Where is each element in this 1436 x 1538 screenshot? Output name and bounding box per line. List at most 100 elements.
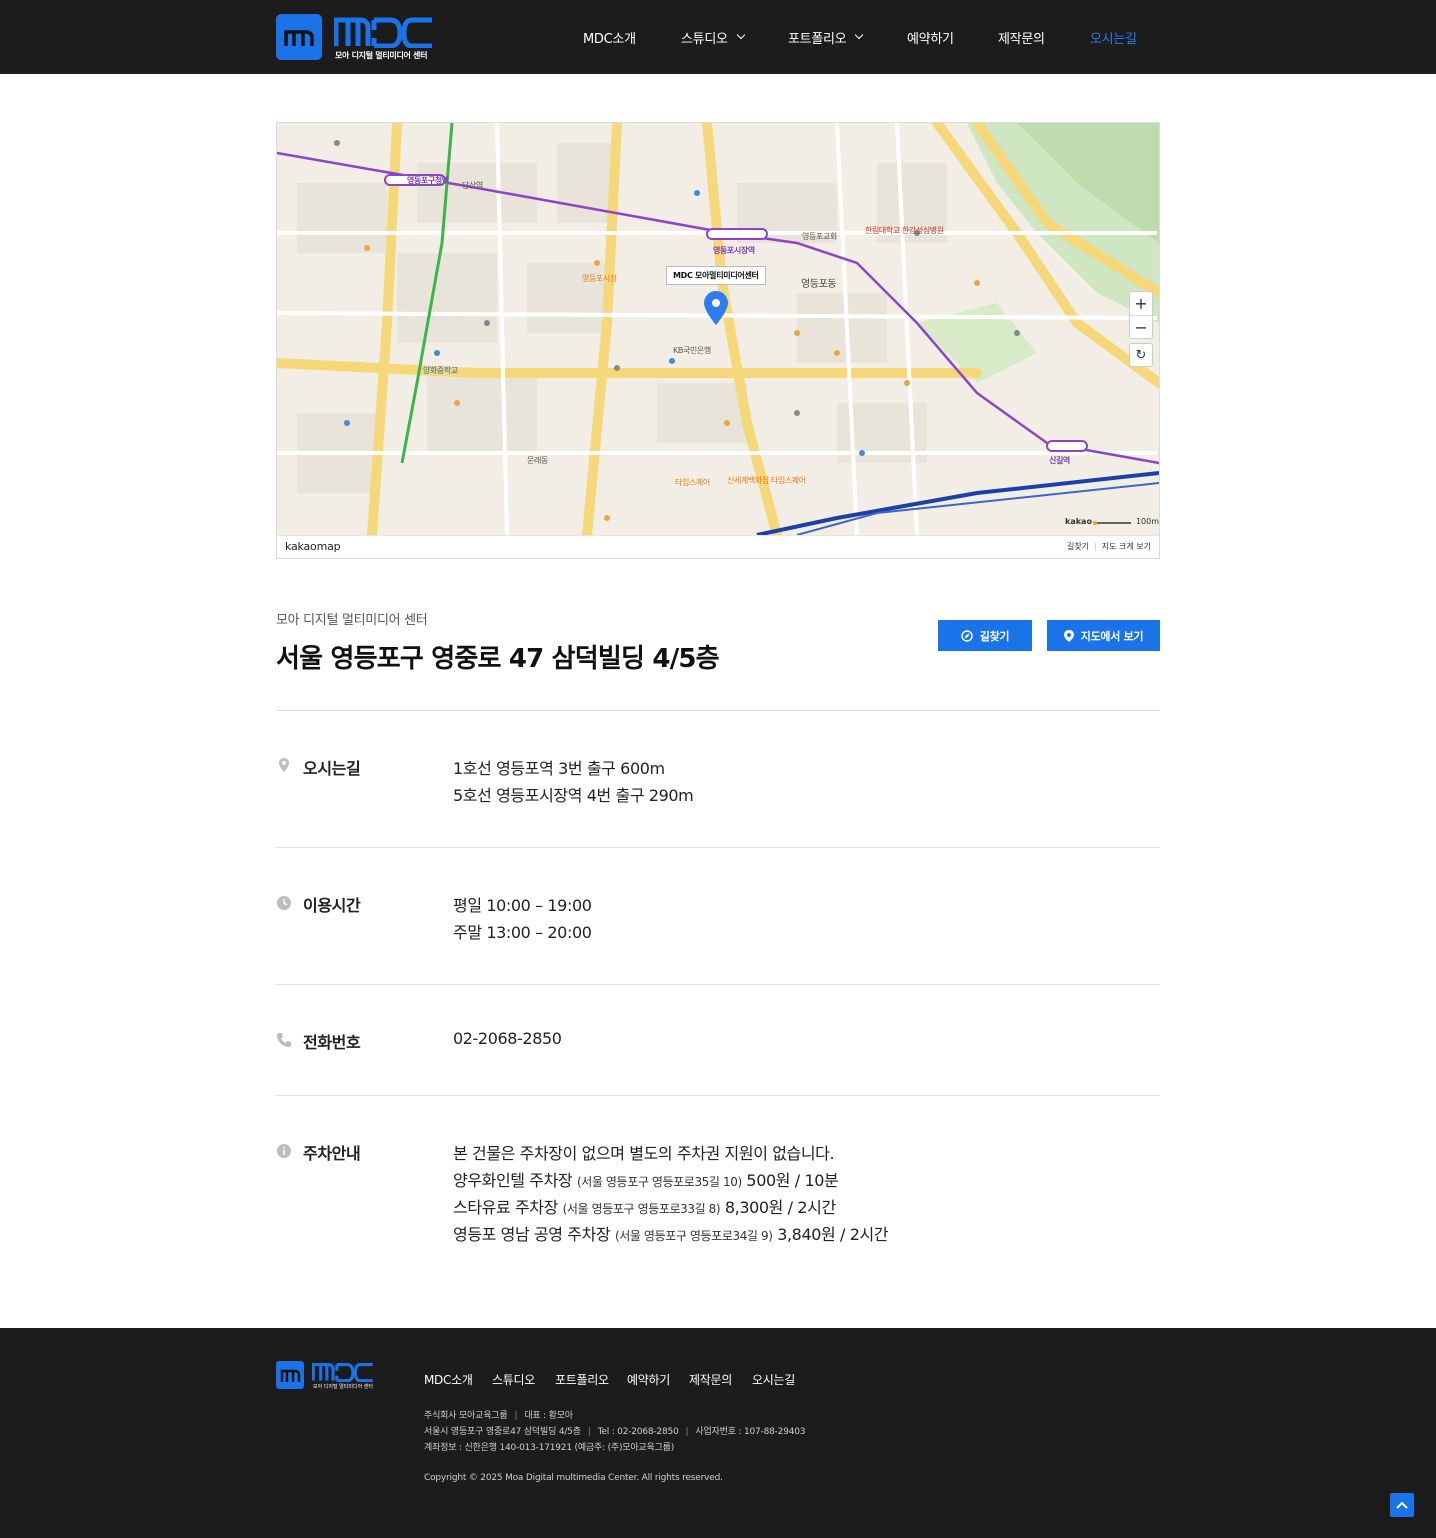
logo-wordmark-icon — [334, 17, 432, 48]
map-place-label: 영등포구청역 — [407, 176, 449, 185]
divider — [276, 710, 1160, 711]
route-button-label: 길찾기 — [979, 629, 1010, 643]
footer-logo[interactable]: 모아 디지털 멀티미디어 센터 — [276, 1361, 376, 1391]
nav-reservation[interactable]: 예약하기 — [907, 26, 954, 48]
divider — [276, 1095, 1160, 1096]
footer-nav-portfolio[interactable]: 포트폴리오 — [555, 1371, 609, 1388]
company-tel: Tel : 02-2068-2850 — [597, 1427, 679, 1437]
map-place-label: 영등포교회 — [802, 232, 837, 241]
footer-address-info: 서울시 영등포구 영중로47 삼덕빌딩 4/5층 | Tel : 02-2068-2… — [424, 1427, 806, 1437]
map-zoom-control: + − — [1129, 291, 1153, 339]
map-place-label: 양화중학교 — [423, 366, 458, 375]
map-place-label: 영등포시장역 — [713, 246, 755, 255]
site-footer: 모아 디지털 멀티미디어 센터 MDC소개 스튜디오 포트폴리오 예약하기 제작… — [0, 1328, 1436, 1538]
nav-label: 오시는길 — [1090, 31, 1137, 47]
footer-nav-inquiry[interactable]: 제작문의 — [689, 1371, 732, 1388]
logo-subtitle: 모아 디지털 멀티미디어 센터 — [335, 51, 428, 60]
map-pin-icon — [1063, 629, 1074, 642]
footer-logo-subtitle: 모아 디지털 멀티미디어 센터 — [313, 1384, 373, 1390]
chevron-down-icon — [855, 30, 864, 40]
nav-inquiry[interactable]: 제작문의 — [998, 26, 1045, 48]
map-route-link[interactable]: 길찾기 — [1067, 542, 1089, 551]
parking-lot-address: (서울 영등포구 영등포로35길 10) — [576, 1175, 742, 1189]
parking-intro: 본 건물은 주차장이 없으며 별도의 주차권 지원이 없습니다. — [453, 1144, 835, 1163]
map-place-label: 타임스퀘어 — [675, 478, 710, 487]
view-on-map-label: 지도에서 보기 — [1080, 629, 1144, 643]
map-links: 길찾기 | 지도 크게 보기 — [1066, 542, 1151, 551]
footer-company-info: 주식회사 모아교육그룹 | 대표 : 황모아 — [424, 1411, 573, 1421]
logo-mark-icon — [276, 1361, 304, 1389]
map-place-label: 영등포시장 — [582, 274, 617, 283]
footer-nav-studio[interactable]: 스튜디오 — [492, 1371, 535, 1388]
parking-lot: 영등포 영남 공영 주차장 (서울 영등포구 영등포로34길 9) 3,840원… — [453, 1221, 889, 1245]
hours-line: 주말 13:00 – 20:00 — [453, 923, 592, 942]
location-subtitle: 모아 디지털 멀티미디어 센터 — [276, 613, 428, 628]
scale-label: 100m — [1135, 517, 1159, 526]
parking-lot: 양우화인텔 주차장 (서울 영등포구 영등포로35길 10) 500원 / 10… — [453, 1167, 839, 1191]
divider — [276, 847, 1160, 848]
nav-directions[interactable]: 오시는길 — [1090, 26, 1137, 48]
map-place-label: 신길역 — [1049, 456, 1070, 465]
nav-label: 포트폴리오 — [788, 31, 847, 47]
info-icon — [277, 1144, 291, 1158]
company-address: 서울시 영등포구 영중로47 삼덕빌딩 4/5층 — [424, 1427, 581, 1437]
map-place-label: 신세계백화점 타임스퀘어 — [727, 476, 806, 485]
zoom-out-button[interactable]: − — [1130, 315, 1152, 338]
parking-lot-address: (서울 영등포구 영등포로33길 8) — [562, 1202, 721, 1216]
parking-lot-price: 3,840원 / 2시간 — [777, 1225, 889, 1244]
phone-label: 전화번호 — [303, 1033, 361, 1052]
parking-lot-price: 8,300원 / 2시간 — [724, 1198, 836, 1217]
parking-lot-price: 500원 / 10분 — [746, 1171, 839, 1190]
hours-line: 평일 10:00 – 19:00 — [453, 896, 592, 915]
footer-copyright: Copyright © 2025 Moa Digital multimedia … — [424, 1473, 723, 1483]
nav-label: MDC소개 — [583, 31, 636, 47]
divider — [276, 984, 1160, 985]
view-on-map-button[interactable]: 지도에서 보기 — [1047, 620, 1160, 651]
map-place-label: 한림대학교 한강성심병원 — [865, 226, 944, 235]
scale-brand: kakao — [1065, 517, 1092, 526]
site-logo[interactable]: 모아 디지털 멀티미디어 센터 — [276, 14, 436, 62]
map-footer: kakaomap 길찾기 | 지도 크게 보기 — [277, 535, 1159, 558]
hours-label: 이용시간 — [303, 896, 361, 915]
nav-mdc-intro[interactable]: MDC소개 — [583, 26, 636, 48]
footer-nav-directions[interactable]: 오시는길 — [752, 1371, 795, 1388]
company-name: 주식회사 모아교육그룹 — [424, 1411, 508, 1421]
clock-icon — [277, 896, 291, 910]
footer-nav-reservation[interactable]: 예약하기 — [627, 1371, 670, 1388]
map-scale: kakao 100m — [1065, 517, 1159, 526]
nav-portfolio[interactable]: 포트폴리오 — [788, 26, 864, 48]
logo-wordmark-icon — [312, 1363, 373, 1382]
map-place-label: 영등포동 — [801, 279, 837, 290]
directions-line: 1호선 영등포역 3번 출구 600m — [453, 759, 665, 778]
parking-lot-address: (서울 영등포구 영등포로34길 9) — [614, 1229, 773, 1243]
directions-label: 오시는길 — [303, 759, 361, 778]
route-button[interactable]: 길찾기 — [938, 620, 1032, 651]
chevron-down-icon — [736, 30, 745, 40]
map-refresh-icon[interactable]: ↻ — [1129, 343, 1153, 367]
parking-lot-name: 양우화인텔 주차장 — [453, 1171, 573, 1190]
ceo-name: 대표 : 황모아 — [524, 1411, 573, 1421]
scroll-to-top-button[interactable] — [1390, 1493, 1414, 1517]
map-marker-label[interactable]: MDC 모아멀티미디어센터 — [666, 266, 766, 285]
footer-nav-mdc-intro[interactable]: MDC소개 — [424, 1371, 473, 1388]
kakao-map[interactable]: 영등포구청역 당산역 영등포시장역 신길역 영등포동 영등포시장 양화중학교 K… — [276, 122, 1160, 559]
nav-studio[interactable]: 스튜디오 — [681, 26, 745, 48]
map-place-label: KB국민은행 — [673, 346, 711, 355]
logo-mark-icon — [276, 14, 322, 60]
nav-label: 제작문의 — [998, 31, 1045, 47]
chevron-up-icon — [1396, 1501, 1408, 1509]
parking-lot-name: 영등포 영남 공영 주차장 — [453, 1225, 611, 1244]
parking-lot-name: 스타유료 주차장 — [453, 1198, 558, 1217]
page-title: 서울 영등포구 영중로 47 삼덕빌딩 4/5층 — [276, 644, 720, 674]
zoom-in-button[interactable]: + — [1130, 292, 1152, 315]
site-header: 모아 디지털 멀티미디어 센터 MDC소개 스튜디오 포트폴리오 예약하기 제작… — [0, 0, 1436, 74]
map-enlarge-link[interactable]: 지도 크게 보기 — [1102, 542, 1151, 551]
business-number: 사업자번호 : 107-88-29403 — [695, 1427, 806, 1437]
location-pin-icon — [279, 758, 289, 772]
phone-number[interactable]: 02-2068-2850 — [453, 1029, 562, 1048]
kakaomap-logo[interactable]: kakaomap — [285, 540, 341, 553]
footer-account-info: 계좌정보 : 신한은행 140-013-171921 (예금주: (주)모아교육… — [424, 1443, 675, 1453]
parking-label: 주차안내 — [303, 1144, 361, 1163]
directions-line: 5호선 영등포시장역 4번 출구 290m — [453, 786, 694, 805]
compass-icon — [961, 629, 973, 642]
